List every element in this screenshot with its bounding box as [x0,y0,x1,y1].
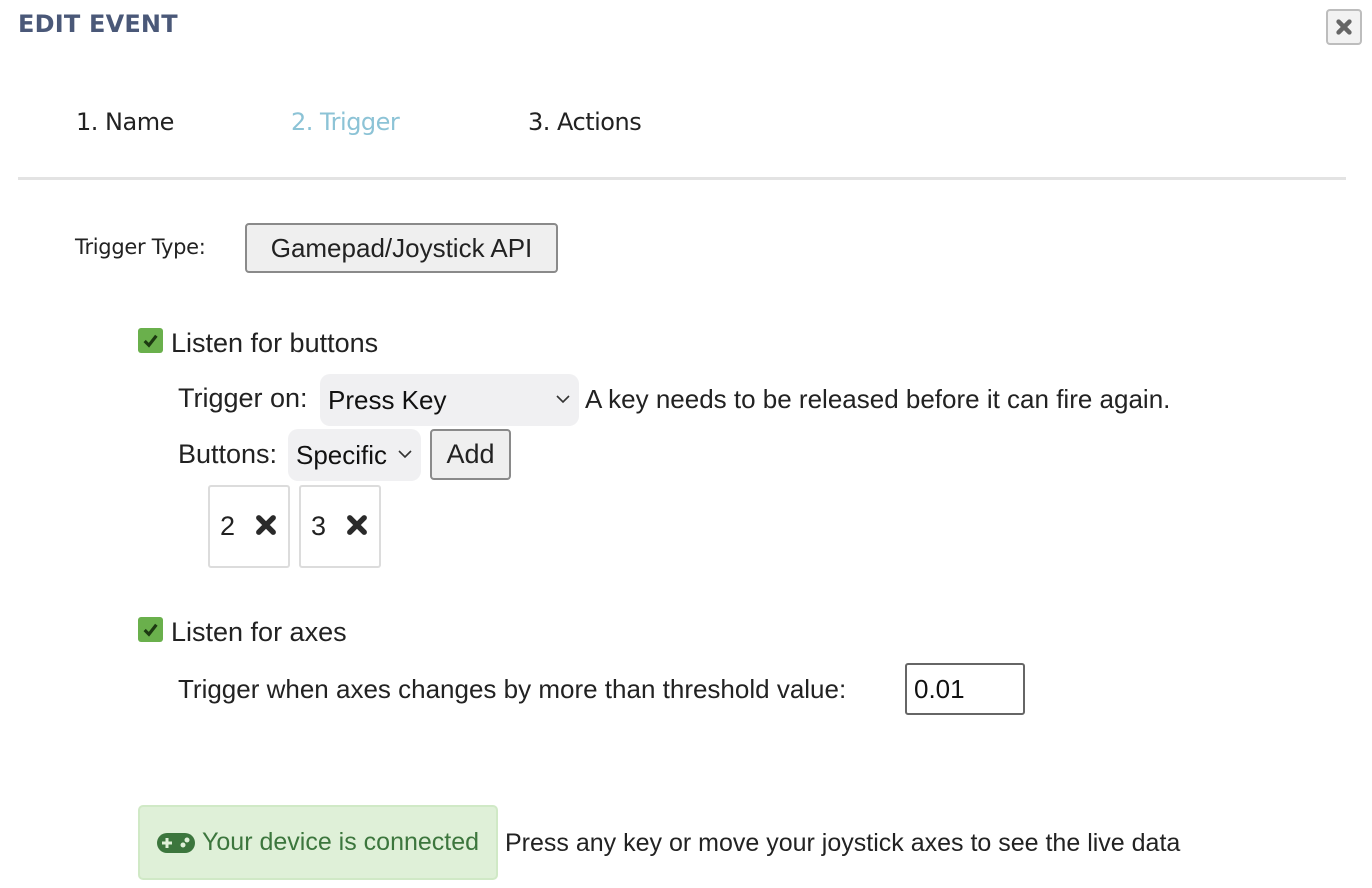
button-chip-value: 2 [220,511,236,541]
dialog-title: EDIT EVENT [18,10,178,38]
trigger-on-label: Trigger on: [178,383,308,413]
tabs-divider [18,177,1346,180]
chevron-down-icon [398,450,412,459]
listen-axes-checkbox[interactable] [138,617,163,642]
device-connected-text: Your device is connected [202,828,480,856]
listen-axes-label: Listen for axes [171,617,347,647]
device-status-badge: Your device is connected [138,805,498,880]
buttons-label: Buttons: [178,439,278,469]
buttons-select-value: Specific [296,439,388,470]
threshold-input[interactable] [905,663,1025,715]
threshold-label: Trigger when axes changes by more than t… [178,674,847,704]
checkmark-icon [143,623,158,637]
live-data-hint: Press any key or move your joystick axes… [505,829,1181,857]
trigger-on-hint: A key needs to be released before it can… [585,384,1171,414]
add-button-button[interactable]: Add [430,429,511,480]
remove-icon[interactable] [254,513,278,537]
listen-buttons-label: Listen for buttons [171,328,379,358]
tab-trigger[interactable]: 2. Trigger [291,108,400,136]
trigger-type-label: Trigger Type: [75,235,206,259]
checkmark-icon [143,334,158,348]
remove-icon[interactable] [345,513,369,537]
tab-name[interactable]: 1. Name [76,108,174,136]
button-chip: 2 [208,485,290,568]
button-chip-value: 3 [311,511,327,541]
trigger-on-select[interactable]: Press Key [320,374,579,426]
tab-actions[interactable]: 3. Actions [528,108,642,136]
trigger-on-value: Press Key [328,384,447,415]
buttons-select[interactable]: Specific [288,429,421,481]
chevron-down-icon [556,395,570,404]
close-icon [1336,19,1352,35]
gamepad-icon [157,832,195,853]
listen-buttons-checkbox[interactable] [138,328,163,353]
button-chip: 3 [299,485,381,568]
trigger-type-button[interactable]: Gamepad/Joystick API [245,223,558,273]
close-button[interactable] [1326,9,1362,45]
